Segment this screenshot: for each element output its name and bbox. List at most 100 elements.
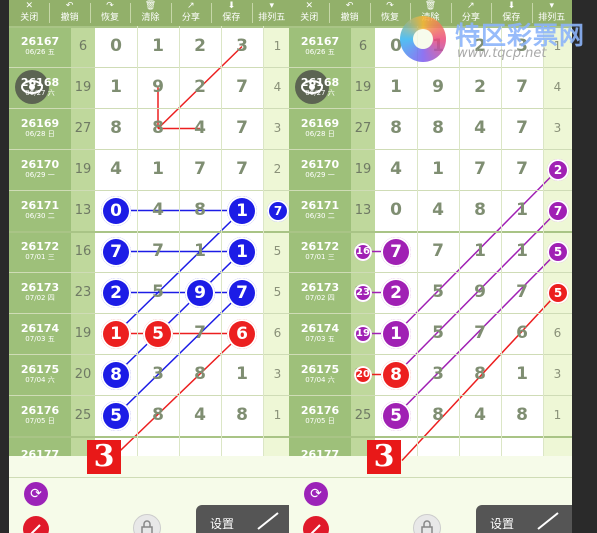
digit-cell[interactable]: 0 bbox=[95, 26, 137, 67]
digit-cell[interactable]: 3 bbox=[221, 26, 263, 67]
digit-cell[interactable]: 1 bbox=[501, 190, 543, 231]
pen-icon[interactable] bbox=[303, 516, 329, 533]
digit-cell[interactable]: 5 bbox=[417, 313, 459, 354]
gap-ball[interactable]: 19 bbox=[354, 324, 372, 343]
lock-icon[interactable] bbox=[133, 514, 161, 533]
digit-cell[interactable]: 8 bbox=[95, 108, 137, 149]
digit-cell[interactable]: 7 bbox=[417, 231, 459, 272]
digit-cell[interactable]: 6 bbox=[501, 313, 543, 354]
digit-cell[interactable]: 5 bbox=[137, 272, 179, 313]
highlighted-digit-ball[interactable]: 5 bbox=[381, 400, 411, 431]
digit-cell[interactable]: 2 bbox=[179, 26, 221, 67]
gap-ball[interactable]: 16 bbox=[354, 242, 372, 261]
refresh-icon[interactable]: ⟳ bbox=[304, 482, 328, 506]
digit-cell[interactable]: 3 bbox=[417, 354, 459, 395]
right-column-ball[interactable]: 2 bbox=[547, 158, 569, 181]
digit-cell[interactable]: 9 bbox=[137, 67, 179, 108]
digit-cell[interactable]: 0 bbox=[375, 190, 417, 231]
digit-cell[interactable]: 7 bbox=[221, 108, 263, 149]
highlighted-digit-ball[interactable]: 7 bbox=[227, 277, 257, 308]
highlighted-digit-ball[interactable]: 8 bbox=[381, 359, 411, 390]
lock-icon[interactable] bbox=[413, 514, 441, 533]
highlighted-digit-ball[interactable]: 8 bbox=[101, 359, 131, 390]
settings-button[interactable]: 设置 bbox=[476, 505, 572, 533]
digit-cell[interactable]: 4 bbox=[459, 395, 501, 436]
highlighted-digit-ball[interactable]: 1 bbox=[101, 318, 131, 349]
toolbar-button[interactable]: 🗑 清除 bbox=[130, 0, 170, 26]
toolbar-button[interactable]: ✕ 关闭 bbox=[9, 0, 49, 26]
toolbar-button[interactable]: ↗ 分享 bbox=[171, 0, 211, 26]
refresh-icon[interactable]: ⟳ bbox=[24, 482, 48, 506]
digit-cell[interactable]: 4 bbox=[375, 149, 417, 190]
digit-cell[interactable]: 7 bbox=[501, 108, 543, 149]
toolbar-button[interactable]: ⬇ 保存 bbox=[211, 0, 251, 26]
digit-cell[interactable]: 4 bbox=[179, 108, 221, 149]
toolbar-button[interactable]: ↶ 撤销 bbox=[49, 0, 89, 26]
pen-icon[interactable] bbox=[23, 516, 49, 533]
right-column-ball[interactable]: 7 bbox=[267, 199, 289, 222]
digit-cell[interactable] bbox=[221, 436, 263, 477]
settings-button[interactable]: 设置 bbox=[196, 505, 292, 533]
digit-cell[interactable]: 7 bbox=[501, 272, 543, 313]
highlighted-digit-ball[interactable]: 9 bbox=[185, 277, 215, 308]
digit-cell[interactable]: 7 bbox=[179, 149, 221, 190]
highlighted-digit-ball[interactable]: 0 bbox=[101, 195, 131, 226]
digit-cell[interactable]: 8 bbox=[221, 395, 263, 436]
right-column-ball[interactable]: 7 bbox=[547, 199, 569, 222]
digit-cell[interactable]: 1 bbox=[179, 231, 221, 272]
digit-cell[interactable]: 1 bbox=[501, 354, 543, 395]
digit-cell[interactable]: 7 bbox=[459, 313, 501, 354]
digit-cell[interactable] bbox=[137, 436, 179, 477]
highlighted-digit-ball[interactable]: 5 bbox=[101, 400, 131, 431]
digit-cell[interactable]: 7 bbox=[179, 313, 221, 354]
highlighted-digit-ball[interactable]: 1 bbox=[227, 195, 257, 226]
digit-cell[interactable]: 8 bbox=[179, 354, 221, 395]
digit-cell[interactable] bbox=[179, 436, 221, 477]
digit-cell[interactable]: 8 bbox=[501, 395, 543, 436]
right-column-ball[interactable]: 5 bbox=[547, 240, 569, 263]
digit-cell[interactable]: 8 bbox=[375, 108, 417, 149]
digit-cell[interactable]: 9 bbox=[459, 272, 501, 313]
digit-cell[interactable]: 7 bbox=[137, 231, 179, 272]
digit-cell[interactable]: 1 bbox=[375, 67, 417, 108]
toolbar-button[interactable]: ✕ 关闭 bbox=[289, 0, 329, 26]
digit-cell[interactable]: 8 bbox=[417, 395, 459, 436]
highlighted-digit-ball[interactable]: 1 bbox=[381, 318, 411, 349]
highlighted-digit-ball[interactable]: 1 bbox=[227, 236, 257, 267]
gap-ball[interactable]: 23 bbox=[354, 283, 372, 302]
digit-cell[interactable]: 1 bbox=[417, 149, 459, 190]
digit-cell[interactable]: 7 bbox=[459, 149, 501, 190]
digit-cell[interactable]: 8 bbox=[417, 108, 459, 149]
digit-cell[interactable] bbox=[417, 436, 459, 477]
digit-cell[interactable]: 4 bbox=[459, 108, 501, 149]
highlighted-digit-ball[interactable]: 2 bbox=[101, 277, 131, 308]
digit-cell[interactable]: 7 bbox=[221, 149, 263, 190]
digit-cell[interactable]: 4 bbox=[95, 149, 137, 190]
digit-cell[interactable]: 1 bbox=[221, 354, 263, 395]
digit-cell[interactable]: 8 bbox=[137, 108, 179, 149]
digit-cell[interactable]: 8 bbox=[179, 190, 221, 231]
highlighted-digit-ball[interactable]: 7 bbox=[101, 236, 131, 267]
digit-cell[interactable] bbox=[501, 436, 543, 477]
digit-cell[interactable] bbox=[459, 436, 501, 477]
digit-cell[interactable]: 2 bbox=[459, 67, 501, 108]
digit-cell[interactable]: 8 bbox=[137, 395, 179, 436]
digit-cell[interactable]: 1 bbox=[95, 67, 137, 108]
toolbar-button[interactable]: ↷ 恢复 bbox=[90, 0, 130, 26]
gap-ball[interactable]: 20 bbox=[354, 365, 372, 384]
highlighted-digit-ball[interactable]: 7 bbox=[381, 236, 411, 267]
right-column-ball[interactable]: 5 bbox=[547, 281, 569, 304]
highlighted-digit-ball[interactable]: 5 bbox=[143, 318, 173, 349]
digit-cell[interactable]: 1 bbox=[137, 26, 179, 67]
digit-cell[interactable]: 2 bbox=[179, 67, 221, 108]
toolbar-button[interactable]: ▾ 排列五 bbox=[252, 0, 292, 26]
digit-cell[interactable]: 7 bbox=[501, 67, 543, 108]
digit-cell[interactable]: 8 bbox=[459, 190, 501, 231]
highlighted-digit-ball[interactable]: 6 bbox=[227, 318, 257, 349]
digit-cell[interactable]: 5 bbox=[417, 272, 459, 313]
digit-cell[interactable]: 9 bbox=[417, 67, 459, 108]
digit-cell[interactable]: 4 bbox=[179, 395, 221, 436]
digit-cell[interactable]: 8 bbox=[459, 354, 501, 395]
digit-cell[interactable]: 1 bbox=[137, 149, 179, 190]
highlighted-digit-ball[interactable]: 2 bbox=[381, 277, 411, 308]
